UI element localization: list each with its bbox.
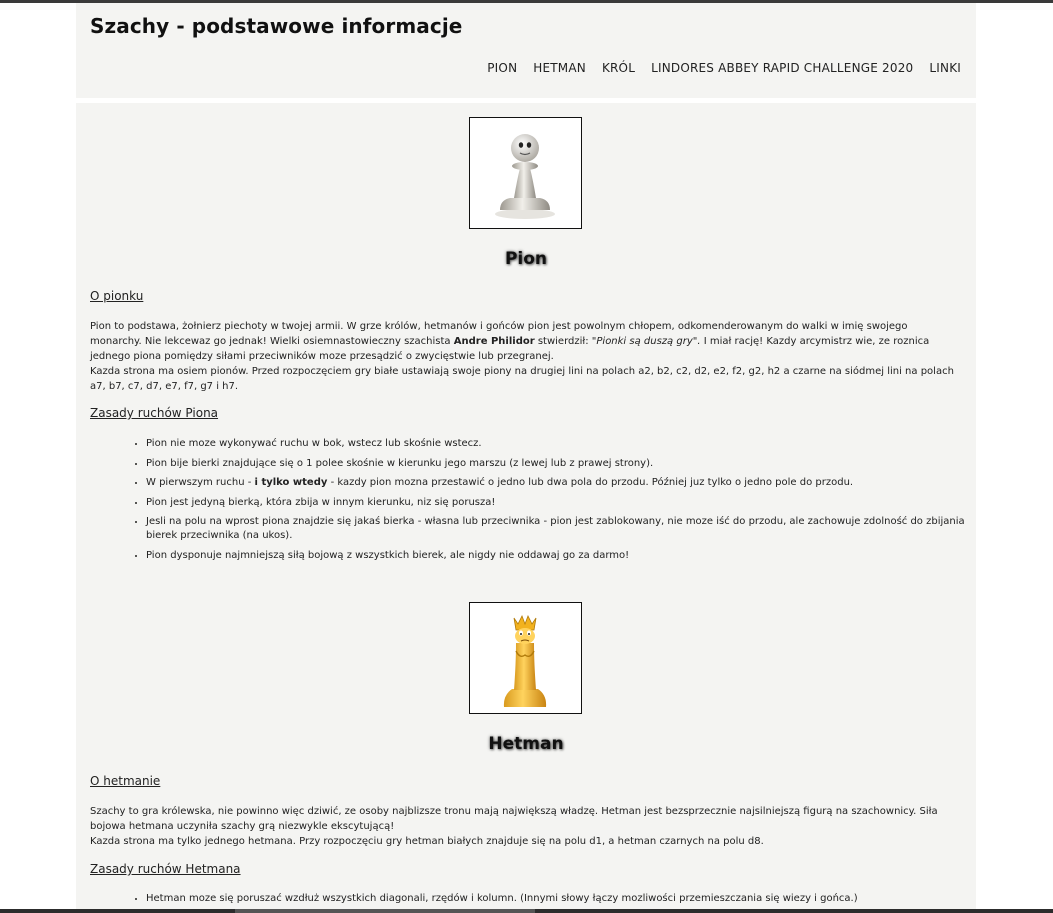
queen-piece-icon (503, 615, 547, 707)
main-content: Pion O pionku Pion to podstawa, żołnierz… (76, 103, 976, 909)
pawn-description: Pion to podstawa, żołnierz piechoty w tw… (90, 319, 962, 394)
list-item: Pion bije bierki znajdujące się o 1 pole… (146, 457, 976, 471)
queen-heading: Hetman (488, 734, 564, 754)
rule-emphasis: i tylko wtedy (254, 477, 328, 488)
pawn-image (469, 117, 582, 229)
pawn-desc-quote: "Pionki są duszą gry". (591, 336, 701, 347)
nav-link-linki[interactable]: LINKI (921, 61, 969, 75)
queen-rules-list: Hetman moze się poruszać wzdłuż wszystki… (132, 892, 976, 909)
list-item: W pierwszym ruchu - i tylko wtedy - kazd… (146, 476, 976, 490)
nav-link-lindores-abbey[interactable]: LINDORES ABBEY RAPID CHALLENGE 2020 (643, 61, 921, 75)
nav-link-pion[interactable]: PION (479, 61, 525, 75)
pawn-desc-name: Andre Philidor (453, 336, 535, 347)
horizontal-scrollbar[interactable] (0, 909, 1053, 913)
pawn-desc-text-b: stwierdził: (534, 336, 592, 347)
list-item: Pion dysponuje najmniejszą siłą bojową z… (146, 549, 976, 563)
queen-rules-heading: Zasady ruchów Hetmana (90, 862, 241, 876)
list-item: Hetman moze się poruszać wzdłuż wszystki… (146, 892, 976, 906)
rule-text: - kazdy pion mozna przestawić o jedno lu… (327, 477, 854, 488)
site-header: Szachy - podstawowe informacje PION HETM… (76, 3, 976, 98)
site-title: Szachy - podstawowe informacje (90, 14, 463, 38)
rule-text: W pierwszym ruchu - (146, 477, 255, 488)
pawn-rules-heading: Zasady ruchów Piona (90, 406, 219, 420)
pawn-heading: Pion (504, 249, 548, 269)
list-item: Pion jest jedyną bierką, która zbija w i… (146, 496, 976, 510)
list-item: Pion nie moze wykonywać ruchu w bok, wst… (146, 437, 976, 451)
pawn-desc-setup: Kazda strona ma osiem pionów. Przed rozp… (90, 366, 954, 392)
list-item: Jesli na polu na wprost piona znajdzie s… (146, 515, 976, 543)
main-nav: PION HETMAN KRÓL LINDORES ABBEY RAPID CH… (479, 61, 969, 75)
scrollbar-thumb[interactable] (235, 909, 535, 913)
queen-desc-text: Szachy to gra królewska, nie powinno wię… (90, 806, 938, 832)
nav-link-krol[interactable]: KRÓL (594, 61, 643, 75)
pawn-about-heading: O pionku (90, 289, 144, 303)
page: Szachy - podstawowe informacje PION HETM… (76, 3, 976, 909)
pawn-rules-list: Pion nie moze wykonywać ruchu w bok, wst… (132, 437, 976, 568)
queen-description: Szachy to gra królewska, nie powinno wię… (90, 804, 962, 849)
pawn-piece-icon (495, 134, 555, 219)
queen-about-heading: O hetmanie (90, 774, 161, 788)
queen-desc-setup: Kazda strona ma tylko jednego hetmana. P… (90, 836, 764, 847)
nav-link-hetman[interactable]: HETMAN (525, 61, 594, 75)
queen-image (469, 602, 582, 714)
